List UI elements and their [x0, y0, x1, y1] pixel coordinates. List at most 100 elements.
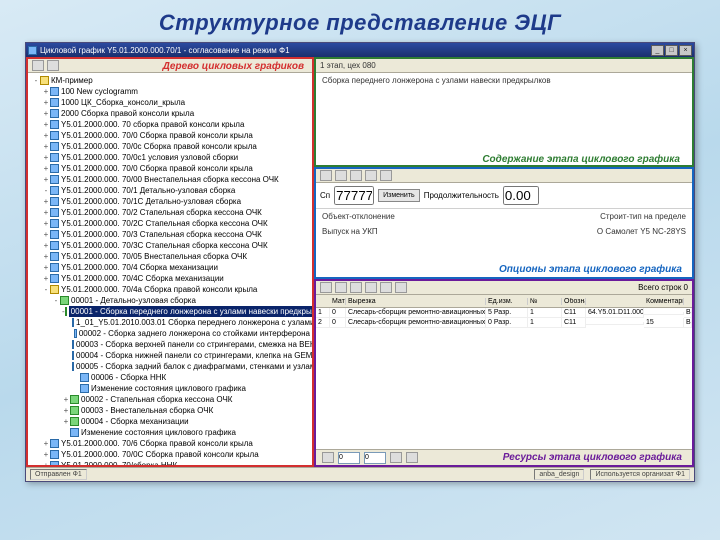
expander-icon[interactable]: + [42, 130, 50, 141]
duration-input[interactable] [503, 186, 539, 205]
resources-toolbar-btn[interactable] [395, 282, 407, 293]
expander-icon[interactable]: + [42, 251, 50, 262]
expander-icon[interactable]: + [42, 141, 50, 152]
expander-icon[interactable]: + [42, 273, 50, 284]
tree-row[interactable]: +Y5.01.2000.000. 70/2 Стапельная сборка … [32, 207, 310, 218]
expander-icon[interactable]: - [52, 295, 60, 306]
resources-nav-btn[interactable] [390, 452, 402, 463]
tree-row[interactable]: 00002 - Сборка заднего лонжерона со стой… [32, 328, 310, 339]
tree-row[interactable]: +Y5.01.2000.000. 70/0С Сборка правой кон… [32, 449, 310, 460]
resources-ctrl-input-1[interactable] [338, 452, 360, 464]
tree-row[interactable]: Изменение состояния циклового графика [32, 383, 310, 394]
tree-row[interactable]: -КМ-пример [32, 75, 310, 86]
tree-row[interactable]: +100 New cyclogramm [32, 86, 310, 97]
tree-row[interactable]: +Y5.01.2000.000. 70/2С Стапельная сборка… [32, 218, 310, 229]
resources-ctrl-input-2[interactable] [364, 452, 386, 464]
expander-icon[interactable]: + [62, 416, 70, 427]
resources-nav-btn[interactable] [322, 452, 334, 463]
expander-icon[interactable]: + [42, 108, 50, 119]
resources-toolbar-btn[interactable] [365, 282, 377, 293]
tree-row[interactable]: 00005 - Сборка задний балок с диафрагмам… [32, 361, 310, 372]
expander-icon[interactable]: + [42, 449, 50, 460]
expander-icon[interactable]: + [42, 174, 50, 185]
tree-row[interactable]: +00004 - Сборка механизации [32, 416, 310, 427]
cyclogram-tree[interactable]: -КМ-пример+100 New cyclogramm+1000 ЦК_Сб… [28, 73, 312, 465]
options-toolbar-btn[interactable] [380, 170, 392, 181]
tree-toolbar-btn[interactable] [47, 60, 59, 71]
close-button[interactable]: × [679, 45, 692, 56]
tree-row[interactable]: +Y5.01.2000.000. 70/0с Сборка правой кон… [32, 141, 310, 152]
tree-row[interactable]: +Y5.01.2000.000. 70/0с1 условия узловой … [32, 152, 310, 163]
minimize-button[interactable]: _ [651, 45, 664, 56]
maximize-button[interactable]: □ [665, 45, 678, 56]
col-header[interactable]: Комментарии [644, 298, 684, 305]
expander-icon[interactable]: + [62, 405, 70, 416]
tree-row[interactable]: 1_01_Y5.01.2010.003.01 Сборка переднего … [32, 317, 310, 328]
expander-icon[interactable]: + [42, 218, 50, 229]
resources-toolbar-btn[interactable] [335, 282, 347, 293]
expander-icon[interactable]: + [42, 86, 50, 97]
expander-icon[interactable]: + [42, 460, 50, 465]
table-row[interactable]: 20Слесарь-сборщик ремонтно-авиационных к… [316, 318, 692, 328]
options-toolbar-btn[interactable] [365, 170, 377, 181]
code-input[interactable] [334, 186, 374, 205]
options-toolbar-btn[interactable] [335, 170, 347, 181]
node-label: 00002 - Стапельная сборка кессона ОЧК [81, 394, 232, 405]
cell: 0 [330, 308, 346, 318]
tree-row[interactable]: +Y5.01.2000.000. 70 сборка правой консол… [32, 119, 310, 130]
tree-row[interactable]: +2000 Сборка правой консоли крыла [32, 108, 310, 119]
tree-row[interactable]: +Y5.01.2000.000. 70/сборка ННК [32, 460, 310, 465]
resources-toolbar-btn[interactable] [380, 282, 392, 293]
options-toolbar-btn[interactable] [350, 170, 362, 181]
expander-icon[interactable]: + [42, 262, 50, 273]
col-header[interactable]: Вырезка [346, 298, 486, 305]
expander-icon[interactable]: + [42, 438, 50, 449]
tree-row[interactable]: +Y5.01.2000.000. 70/05 Внестапельная сбо… [32, 251, 310, 262]
tree-row[interactable]: 00003 - Сборка верхней панели со стринге… [32, 339, 310, 350]
resources-nav-btn[interactable] [406, 452, 418, 463]
col-header[interactable]: Материал [330, 298, 346, 305]
tree-row[interactable]: +Y5.01.2000.000. 70/0 Сборка правой конс… [32, 130, 310, 141]
tree-toolbar-btn[interactable] [32, 60, 44, 71]
expander-icon[interactable]: + [42, 163, 50, 174]
tree-row[interactable]: +Y5.01.2000.000. 70/3 Стапельная сборка … [32, 229, 310, 240]
tree-row[interactable]: -Y5.01.2000.000. 70/1 Детально-узловая с… [32, 185, 310, 196]
tree-row[interactable]: +00002 - Стапельная сборка кессона ОЧК [32, 394, 310, 405]
tree-row[interactable]: +Y5.01.2000.000. 70/6 Сборка правой конс… [32, 438, 310, 449]
resources-toolbar-btn[interactable] [320, 282, 332, 293]
cell: Внестапельная часть кес [684, 318, 692, 328]
col-header[interactable]: Ед.изм. [486, 298, 528, 305]
expander-icon[interactable]: + [42, 119, 50, 130]
tree-row[interactable]: +Y5.01.2000.000. 70/1С Детально-узловая … [32, 196, 310, 207]
resources-toolbar-btn[interactable] [350, 282, 362, 293]
expander-icon[interactable]: + [42, 97, 50, 108]
tree-row[interactable]: +00003 - Внестапельная сборка ОЧК [32, 405, 310, 416]
tree-row[interactable]: -Y5.01.2000.000. 70/4а Сборка правой кон… [32, 284, 310, 295]
expander-icon[interactable]: + [42, 240, 50, 251]
tree-row[interactable]: +Y5.01.2000.000. 70/3С Стапельная сборка… [32, 240, 310, 251]
expander-icon[interactable]: + [42, 207, 50, 218]
node-label: 2000 Сборка правой консоли крыла [61, 108, 194, 119]
expander-icon[interactable]: + [42, 229, 50, 240]
expander-icon[interactable]: - [32, 75, 40, 86]
tree-row[interactable]: +Y5.01.2000.000. 70/4С Сборка механизаци… [32, 273, 310, 284]
options-toolbar-btn[interactable] [320, 170, 332, 181]
tree-row[interactable]: 00004 - Сборка нижней панели со стрингер… [32, 350, 310, 361]
expander-icon[interactable]: - [42, 185, 50, 196]
expander-icon[interactable]: + [42, 196, 50, 207]
table-row[interactable]: 10Слесарь-сборщик ремонтно-авиационных к… [316, 308, 692, 318]
tree-row[interactable]: +Y5.01.2000.000. 70/0 Сборка правой конс… [32, 163, 310, 174]
tree-row[interactable]: Изменение состояния циклового графика [32, 427, 310, 438]
tree-row[interactable]: -00001 - Сборка переднего лонжерона с уз… [32, 306, 310, 317]
expander-icon[interactable]: - [42, 284, 50, 295]
tree-row[interactable]: +Y5.01.2000.000. 70/4 Сборка механизации [32, 262, 310, 273]
tree-row[interactable]: -00001 - Детально-узловая сборка [32, 295, 310, 306]
tree-row[interactable]: +1000 ЦК_Сборка_консоли_крыла [32, 97, 310, 108]
col-header[interactable]: № [528, 298, 562, 305]
tree-row[interactable]: +Y5.01.2000.000. 70/00 Внестапельная сбо… [32, 174, 310, 185]
col-header[interactable]: Обозначение потр. [562, 298, 586, 305]
tree-row[interactable]: 00006 - Сборка ННК [32, 372, 310, 383]
change-button[interactable]: Изменить [378, 189, 420, 202]
expander-icon[interactable]: + [42, 152, 50, 163]
expander-icon[interactable]: + [62, 394, 70, 405]
